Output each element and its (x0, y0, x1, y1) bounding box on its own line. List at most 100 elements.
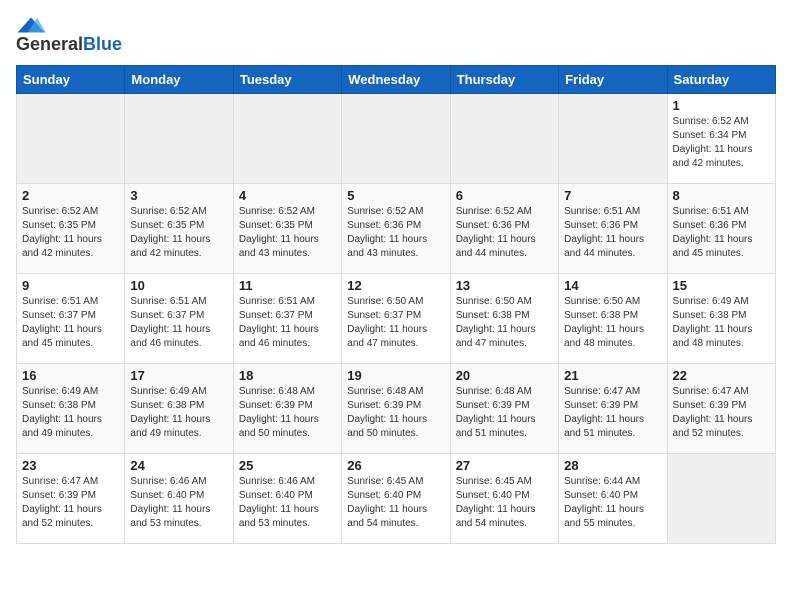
day-number: 23 (22, 458, 119, 473)
calendar-cell: 17 Sunrise: 6:49 AMSunset: 6:38 PMDayligh… (125, 364, 233, 454)
calendar-cell: 18 Sunrise: 6:48 AMSunset: 6:39 PMDayligh… (233, 364, 341, 454)
day-number: 27 (456, 458, 553, 473)
calendar-cell (17, 94, 125, 184)
day-info: Sunrise: 6:46 AMSunset: 6:40 PMDaylight:… (130, 475, 227, 531)
day-info: Sunrise: 6:48 AMSunset: 6:39 PMDaylight:… (456, 385, 553, 441)
calendar-cell: 12 Sunrise: 6:50 AMSunset: 6:37 PMDayligh… (342, 274, 450, 364)
day-info: Sunrise: 6:50 AMSunset: 6:38 PMDaylight:… (456, 295, 553, 351)
day-number: 4 (239, 188, 336, 203)
calendar-cell: 16 Sunrise: 6:49 AMSunset: 6:38 PMDayligh… (17, 364, 125, 454)
calendar-cell (450, 94, 558, 184)
calendar-cell: 4 Sunrise: 6:52 AMSunset: 6:35 PMDaylight… (233, 184, 341, 274)
logo: GeneralBlue (16, 16, 122, 55)
week-row-5: 23 Sunrise: 6:47 AMSunset: 6:39 PMDayligh… (17, 454, 776, 544)
day-info: Sunrise: 6:50 AMSunset: 6:38 PMDaylight:… (564, 295, 661, 351)
day-header-friday: Friday (559, 66, 667, 94)
calendar-cell (667, 454, 775, 544)
calendar-cell: 8Sunrise: 6:51 AMSunset: 6:36 PMDaylight… (667, 184, 775, 274)
calendar-cell: 23 Sunrise: 6:47 AMSunset: 6:39 PMDayligh… (17, 454, 125, 544)
calendar-cell: 10 Sunrise: 6:51 AMSunset: 6:37 PMDayligh… (125, 274, 233, 364)
calendar-cell: 2 Sunrise: 6:52 AMSunset: 6:35 PMDaylight… (17, 184, 125, 274)
logo-general-text: General (16, 34, 83, 54)
day-info: Sunrise: 6:49 AMSunset: 6:38 PMDaylight:… (130, 385, 227, 441)
week-row-3: 9Sunrise: 6:51 AMSunset: 6:37 PMDaylight… (17, 274, 776, 364)
calendar-cell: 24 Sunrise: 6:46 AMSunset: 6:40 PMDayligh… (125, 454, 233, 544)
calendar-cell: 28 Sunrise: 6:44 AMSunset: 6:40 PMDayligh… (559, 454, 667, 544)
day-info: Sunrise: 6:52 AMSunset: 6:36 PMDaylight:… (347, 205, 444, 261)
calendar-cell: 7Sunrise: 6:51 AMSunset: 6:36 PMDaylight… (559, 184, 667, 274)
day-info: Sunrise: 6:52 AMSunset: 6:36 PMDaylight:… (456, 205, 553, 261)
day-info: Sunrise: 6:48 AMSunset: 6:39 PMDaylight:… (239, 385, 336, 441)
day-number: 16 (22, 368, 119, 383)
day-info: Sunrise: 6:44 AMSunset: 6:40 PMDaylight:… (564, 475, 661, 531)
calendar-header-row: SundayMondayTuesdayWednesdayThursdayFrid… (17, 66, 776, 94)
week-row-4: 16 Sunrise: 6:49 AMSunset: 6:38 PMDayligh… (17, 364, 776, 454)
day-number: 19 (347, 368, 444, 383)
day-number: 6 (456, 188, 553, 203)
calendar-cell: 27 Sunrise: 6:45 AMSunset: 6:40 PMDayligh… (450, 454, 558, 544)
day-info: Sunrise: 6:48 AMSunset: 6:39 PMDaylight:… (347, 385, 444, 441)
calendar-cell: 14 Sunrise: 6:50 AMSunset: 6:38 PMDayligh… (559, 274, 667, 364)
day-header-tuesday: Tuesday (233, 66, 341, 94)
day-number: 18 (239, 368, 336, 383)
day-info: Sunrise: 6:51 AMSunset: 6:37 PMDaylight:… (22, 295, 119, 351)
calendar-cell: 25 Sunrise: 6:46 AMSunset: 6:40 PMDayligh… (233, 454, 341, 544)
day-number: 14 (564, 278, 661, 293)
day-info: Sunrise: 6:46 AMSunset: 6:40 PMDaylight:… (239, 475, 336, 531)
day-number: 5 (347, 188, 444, 203)
calendar-cell (342, 94, 450, 184)
day-info: Sunrise: 6:51 AMSunset: 6:37 PMDaylight:… (130, 295, 227, 351)
calendar-cell: 20 Sunrise: 6:48 AMSunset: 6:39 PMDayligh… (450, 364, 558, 454)
calendar-cell: 5 Sunrise: 6:52 AMSunset: 6:36 PMDaylight… (342, 184, 450, 274)
day-info: Sunrise: 6:52 AMSunset: 6:35 PMDaylight:… (22, 205, 119, 261)
calendar-cell: 1Sunrise: 6:52 AMSunset: 6:34 PMDaylight… (667, 94, 775, 184)
logo-icon (16, 16, 46, 34)
day-number: 26 (347, 458, 444, 473)
calendar-cell: 22Sunrise: 6:47 AMSunset: 6:39 PMDayligh… (667, 364, 775, 454)
day-number: 20 (456, 368, 553, 383)
day-number: 10 (130, 278, 227, 293)
day-info: Sunrise: 6:45 AMSunset: 6:40 PMDaylight:… (456, 475, 553, 531)
day-info: Sunrise: 6:49 AMSunset: 6:38 PMDaylight:… (22, 385, 119, 441)
day-info: Sunrise: 6:52 AMSunset: 6:35 PMDaylight:… (239, 205, 336, 261)
day-header-saturday: Saturday (667, 66, 775, 94)
day-info: Sunrise: 6:47 AMSunset: 6:39 PMDaylight:… (22, 475, 119, 531)
day-number: 11 (239, 278, 336, 293)
calendar-cell: 15 Sunrise: 6:49 AMSunset: 6:38 PMDayligh… (667, 274, 775, 364)
calendar-table: SundayMondayTuesdayWednesdayThursdayFrid… (16, 65, 776, 544)
day-info: Sunrise: 6:49 AMSunset: 6:38 PMDaylight:… (673, 295, 770, 351)
day-info: Sunrise: 6:51 AMSunset: 6:36 PMDaylight:… (564, 205, 661, 261)
calendar-cell: 26 Sunrise: 6:45 AMSunset: 6:40 PMDayligh… (342, 454, 450, 544)
day-info: Sunrise: 6:52 AMSunset: 6:34 PMDaylight:… (673, 115, 770, 171)
logo-blue-text: Blue (83, 34, 122, 54)
day-header-thursday: Thursday (450, 66, 558, 94)
calendar-cell: 13 Sunrise: 6:50 AMSunset: 6:38 PMDayligh… (450, 274, 558, 364)
day-number: 24 (130, 458, 227, 473)
day-info: Sunrise: 6:47 AMSunset: 6:39 PMDaylight:… (673, 385, 770, 441)
day-number: 12 (347, 278, 444, 293)
day-number: 8 (673, 188, 770, 203)
day-info: Sunrise: 6:45 AMSunset: 6:40 PMDaylight:… (347, 475, 444, 531)
day-number: 2 (22, 188, 119, 203)
calendar-cell: 6 Sunrise: 6:52 AMSunset: 6:36 PMDaylight… (450, 184, 558, 274)
calendar-cell (125, 94, 233, 184)
day-header-monday: Monday (125, 66, 233, 94)
day-number: 15 (673, 278, 770, 293)
day-number: 3 (130, 188, 227, 203)
day-number: 13 (456, 278, 553, 293)
day-number: 17 (130, 368, 227, 383)
day-info: Sunrise: 6:47 AMSunset: 6:39 PMDaylight:… (564, 385, 661, 441)
day-header-sunday: Sunday (17, 66, 125, 94)
day-header-wednesday: Wednesday (342, 66, 450, 94)
calendar-cell: 9Sunrise: 6:51 AMSunset: 6:37 PMDaylight… (17, 274, 125, 364)
day-info: Sunrise: 6:51 AMSunset: 6:37 PMDaylight:… (239, 295, 336, 351)
calendar-cell: 3 Sunrise: 6:52 AMSunset: 6:35 PMDaylight… (125, 184, 233, 274)
calendar-cell: 21Sunrise: 6:47 AMSunset: 6:39 PMDayligh… (559, 364, 667, 454)
calendar-cell: 19 Sunrise: 6:48 AMSunset: 6:39 PMDayligh… (342, 364, 450, 454)
day-info: Sunrise: 6:50 AMSunset: 6:37 PMDaylight:… (347, 295, 444, 351)
day-number: 25 (239, 458, 336, 473)
week-row-1: 1Sunrise: 6:52 AMSunset: 6:34 PMDaylight… (17, 94, 776, 184)
day-number: 28 (564, 458, 661, 473)
day-info: Sunrise: 6:52 AMSunset: 6:35 PMDaylight:… (130, 205, 227, 261)
page-header: GeneralBlue (16, 16, 776, 55)
